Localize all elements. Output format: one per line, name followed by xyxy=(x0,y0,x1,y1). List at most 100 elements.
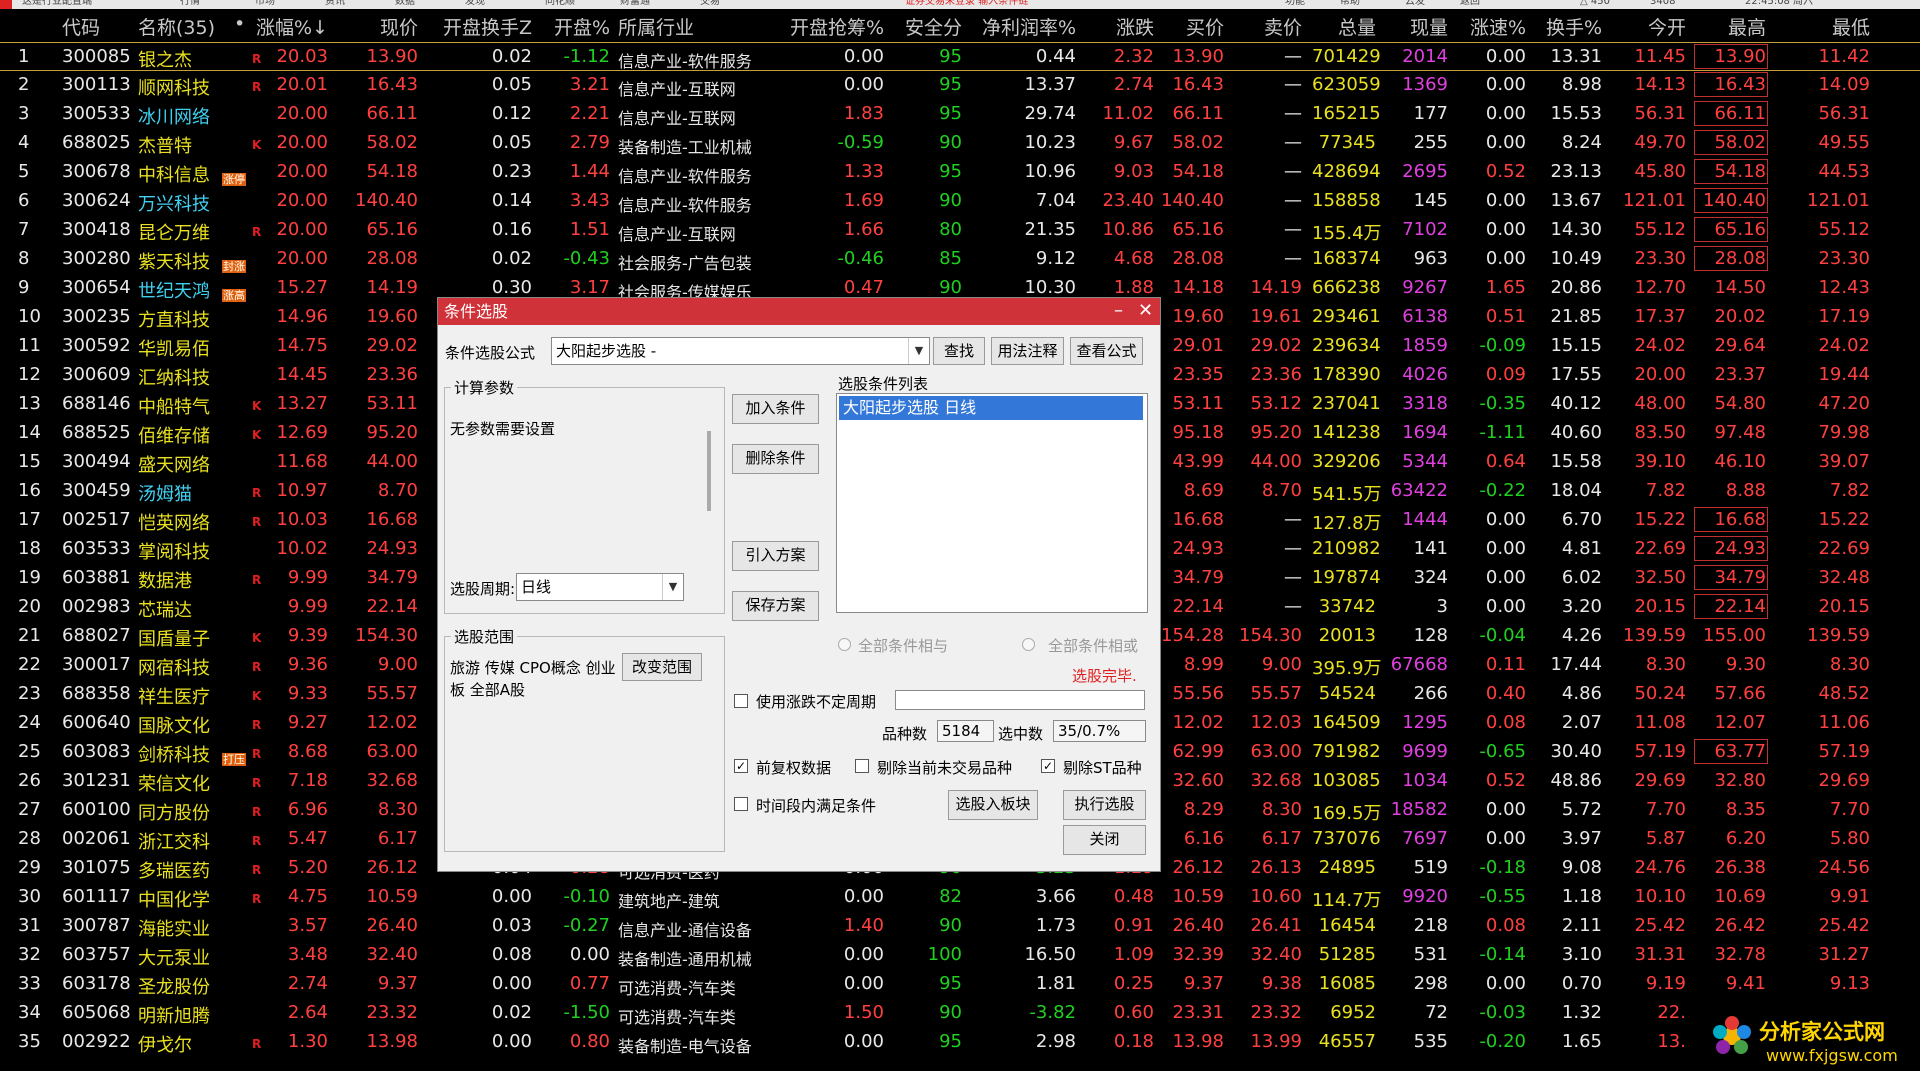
table-row[interactable]: 30 601117 中国化学 4.75 10.59 0.00 -0.10 建筑地产-建筑 0.0… xyxy=(0,883,1920,912)
condition-list-item[interactable]: 大阳起步选股 日线 xyxy=(839,396,1143,420)
column-header[interactable]: 卖价 xyxy=(1236,13,1302,40)
change-scope-button[interactable]: 改变范围 xyxy=(622,653,702,681)
column-header[interactable]: 开盘换手Z xyxy=(428,13,532,40)
params-scrollbar[interactable] xyxy=(707,431,711,511)
condition-list[interactable]: 大阳起步选股 日线 xyxy=(836,393,1148,613)
cell-price: 19.60 xyxy=(366,306,418,327)
cell-ask: — xyxy=(1284,46,1302,67)
view-formula-button[interactable]: 查看公式 xyxy=(1070,337,1143,365)
column-header[interactable]: 安全分 xyxy=(892,13,962,40)
cell-name: 荣信文化 xyxy=(138,774,210,795)
column-header[interactable]: 所属行业 xyxy=(618,13,768,40)
cell-chg: 3.48 xyxy=(287,944,328,965)
table-row[interactable]: 2 300113 顺网科技 20.01 16.43 0.05 3.21 信息产业-互联网 0.0… xyxy=(0,71,1920,100)
table-row[interactable]: 1 300085 银之杰 20.03 13.90 0.02 -1.12 信息产业-软件服务 0.… xyxy=(0,42,1920,71)
table-row[interactable]: 34 605068 明新旭腾 2.64 23.32 0.02 -1.50 可选消费-汽车类 1.… xyxy=(0,999,1920,1028)
exclude-inactive-checkbox[interactable] xyxy=(855,759,869,773)
cell-code: 600100 xyxy=(62,799,131,820)
usage-notes-button[interactable]: 用法注释 xyxy=(991,337,1064,365)
table-row[interactable]: 35 002922 伊戈尔 1.30 13.98 0.00 0.80 装备制造-电气设备 0.0… xyxy=(0,1028,1920,1057)
top-menu-item[interactable]: 证券交易未登录 输入条件链 xyxy=(905,0,1028,7)
column-header[interactable]: 开盘抢筹% xyxy=(780,13,884,40)
column-header[interactable]: 换手% xyxy=(1534,13,1602,40)
top-menu-item[interactable]: 市场 xyxy=(255,0,275,7)
save-plan-button[interactable]: 保存方案 xyxy=(732,591,819,621)
exclude-st-checkbox[interactable]: ✓ xyxy=(1041,759,1055,773)
table-row[interactable]: 31 300787 海能实业 3.57 26.40 0.03 -0.27 信息产业-通信设备 1… xyxy=(0,912,1920,941)
top-menu-item[interactable]: 交易 xyxy=(700,0,720,7)
time-range-checkbox[interactable] xyxy=(734,797,748,811)
column-header[interactable]: 现量 xyxy=(1380,13,1448,40)
top-menu-item[interactable]: 3408 xyxy=(1650,0,1675,7)
top-menu-item[interactable]: 行情 xyxy=(180,0,200,7)
cell-diff: 10.86 xyxy=(1102,219,1154,240)
top-menu-item[interactable]: 返回 xyxy=(1460,0,1480,7)
top-menu-item[interactable]: △ 450 xyxy=(1580,0,1610,7)
table-row[interactable]: 6 300624 万兴科技 20.00 140.40 0.14 3.43 信息产业-软件服务 1… xyxy=(0,187,1920,216)
period-range-input[interactable] xyxy=(895,690,1145,710)
top-menu-item[interactable]: 同花顺 xyxy=(545,0,575,7)
board-flag: R xyxy=(252,805,262,819)
column-header[interactable]: 代码 xyxy=(62,13,142,40)
cell-bid: 62.99 xyxy=(1172,741,1224,762)
cell-chg: 20.00 xyxy=(276,248,328,269)
table-row[interactable]: 33 603178 圣龙股份 2.74 9.37 0.00 0.77 可选消费-汽车类 0.00… xyxy=(0,970,1920,999)
cell-ask: 14.19 xyxy=(1250,277,1302,298)
cell-low: 9.91 xyxy=(1829,886,1870,907)
table-row[interactable]: 5 300678 中科信息 20.00 54.18 0.23 1.44 信息产业-软件服务 1.… xyxy=(0,158,1920,187)
column-header[interactable]: 今开 xyxy=(1606,13,1686,40)
column-header[interactable]: 名称(35) xyxy=(138,13,228,40)
table-row[interactable]: 8 300280 紫天科技 20.00 28.08 0.02 -0.43 社会服务-广告包装 -… xyxy=(0,245,1920,274)
column-header[interactable]: 涨速% xyxy=(1454,13,1526,40)
add-to-block-button[interactable]: 选股入板块 xyxy=(948,790,1038,820)
formula-select[interactable]: 大阳起步选股 - ▼ xyxy=(551,337,930,365)
column-header[interactable]: 最低 xyxy=(1790,13,1870,40)
radio-or[interactable] xyxy=(1022,638,1035,651)
find-button[interactable]: 查找 xyxy=(933,337,985,365)
period-select[interactable]: 日线 ▼ xyxy=(516,573,684,601)
column-header[interactable]: 净利润率% xyxy=(968,13,1076,40)
chevron-down-icon[interactable]: ▼ xyxy=(908,338,929,364)
execute-selection-button[interactable]: 执行选股 xyxy=(1063,790,1146,820)
column-header[interactable]: 买价 xyxy=(1156,13,1224,40)
chevron-down-icon[interactable]: ▼ xyxy=(662,574,683,600)
close-icon[interactable]: ✕ xyxy=(1138,300,1153,322)
close-button[interactable]: 关闭 xyxy=(1063,825,1146,855)
top-menu-item[interactable]: 财富通 xyxy=(620,0,650,7)
column-header[interactable]: 涨跌 xyxy=(1084,13,1154,40)
column-header[interactable]: 涨幅%↓ xyxy=(252,13,328,40)
cell-price: 29.02 xyxy=(366,335,418,356)
add-condition-button[interactable]: 加入条件 xyxy=(732,394,819,424)
cell-oturn: 0.08 xyxy=(491,944,532,965)
top-menu-item[interactable]: 发现 xyxy=(465,0,485,7)
column-header[interactable]: 开盘% xyxy=(540,13,610,40)
table-row[interactable]: 7 300418 昆仑万维 20.00 65.16 0.16 1.51 信息产业-互联网 1.6… xyxy=(0,216,1920,245)
table-row[interactable]: 32 603757 大元泵业 3.48 32.40 0.08 0.00 装备制造-通用机械 0.… xyxy=(0,941,1920,970)
prefq-checkbox[interactable]: ✓ xyxy=(734,759,748,773)
use-period-checkbox[interactable] xyxy=(734,694,748,708)
top-menu-item[interactable]: 22:45:08 周六 xyxy=(1745,0,1813,7)
table-row[interactable]: 4 688025 杰普特 20.00 58.02 0.05 2.79 装备制造-工业机械 -0.… xyxy=(0,129,1920,158)
top-menu-item[interactable]: 功能 xyxy=(1285,0,1305,7)
cell-speed: -0.65 xyxy=(1479,741,1526,762)
dialog-title-bar[interactable]: 条件选股 – ✕ xyxy=(438,298,1160,325)
table-row[interactable]: 3 300533 冰川网络 20.00 66.11 0.12 2.21 信息产业-互联网 1.8… xyxy=(0,100,1920,129)
radio-and[interactable] xyxy=(838,638,851,651)
top-menu-item[interactable]: 资讯 xyxy=(325,0,345,7)
minimize-icon[interactable]: – xyxy=(1114,300,1123,322)
delete-condition-button[interactable]: 删除条件 xyxy=(732,444,819,474)
top-menu-item[interactable]: 云发 xyxy=(1405,0,1425,7)
column-header[interactable]: 最高 xyxy=(1696,13,1766,40)
cell-cur: 7697 xyxy=(1402,828,1448,849)
cell-ask: 23.36 xyxy=(1250,364,1302,385)
top-menu-item[interactable]: 帮助 xyxy=(1340,0,1360,7)
import-plan-button[interactable]: 引入方案 xyxy=(732,541,819,571)
cell-code: 002983 xyxy=(62,596,131,617)
row-number: 11 xyxy=(18,335,41,356)
top-menu-item[interactable]: 这是行业配置端 xyxy=(22,0,92,7)
column-header[interactable]: • xyxy=(234,13,246,35)
column-header[interactable]: 现价 xyxy=(334,13,418,40)
top-menu-item[interactable]: 数据 xyxy=(395,0,415,7)
cell-chg: 20.00 xyxy=(276,219,328,240)
column-header[interactable]: 总量 xyxy=(1312,13,1376,40)
